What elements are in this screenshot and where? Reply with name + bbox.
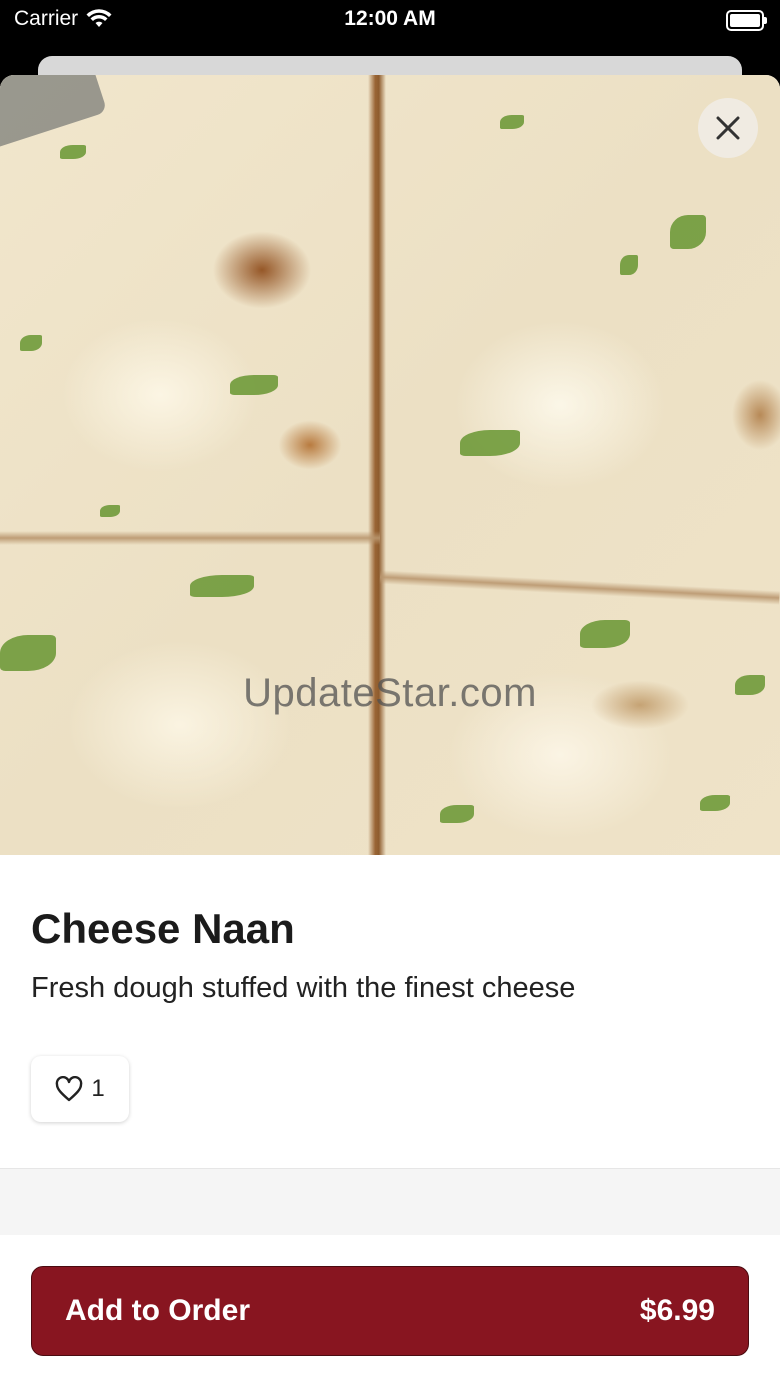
slice-cut	[379, 570, 780, 605]
close-icon	[716, 116, 740, 140]
add-to-order-label: Add to Order	[65, 1294, 250, 1327]
close-button[interactable]	[698, 98, 758, 158]
item-price: $6.99	[639, 1294, 715, 1327]
slice-cut	[368, 75, 386, 855]
herb-fleck	[60, 145, 86, 159]
add-to-order-button[interactable]: Add to Order $6.99	[31, 1266, 749, 1356]
herb-fleck	[440, 805, 474, 823]
herb-fleck	[500, 115, 524, 129]
herb-fleck	[100, 505, 120, 517]
item-description: Fresh dough stuffed with the finest chee…	[31, 972, 576, 1004]
watermark-text: UpdateStar.com	[243, 671, 537, 715]
slice-cut	[0, 531, 380, 545]
herb-fleck	[20, 335, 42, 351]
order-footer: Add to Order $6.99	[0, 1235, 780, 1387]
pan-edge	[0, 75, 108, 155]
herb-fleck	[620, 255, 638, 275]
herb-fleck	[0, 635, 56, 671]
spacer-band	[0, 1169, 780, 1235]
status-bar: Carrier 12:00 AM	[0, 0, 780, 56]
herb-fleck	[700, 795, 730, 811]
status-time: 12:00 AM	[344, 7, 436, 30]
herb-fleck	[190, 575, 254, 597]
herb-fleck	[460, 430, 520, 456]
item-detail-sheet: UpdateStar.com Cheese Naan Fresh dough s…	[0, 75, 780, 1387]
like-button[interactable]: 1	[31, 1056, 129, 1122]
item-title: Cheese Naan	[31, 905, 295, 952]
like-count: 1	[91, 1075, 105, 1102]
herb-fleck	[580, 620, 630, 648]
battery-icon	[726, 10, 767, 31]
heart-outline-icon	[56, 1076, 83, 1102]
item-photo: UpdateStar.com	[0, 75, 780, 855]
herb-fleck	[670, 215, 706, 249]
herb-fleck	[230, 375, 278, 395]
